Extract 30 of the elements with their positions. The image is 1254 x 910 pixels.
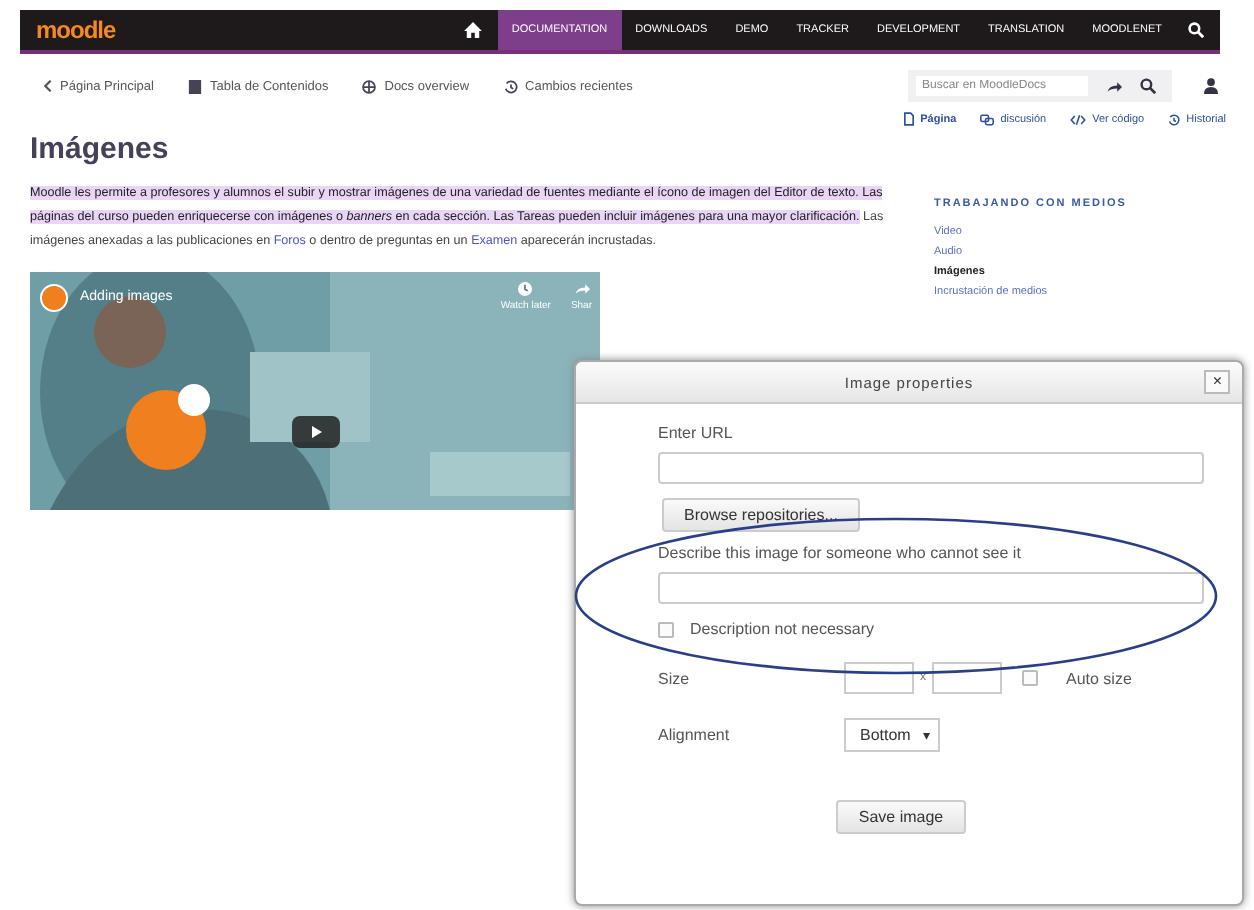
globe-icon: [362, 79, 377, 93]
checkbox[interactable]: [658, 621, 674, 637]
browse-repositories-button[interactable]: Browse repositories...: [662, 498, 860, 532]
close-button[interactable]: ×: [1204, 370, 1230, 394]
user-icon[interactable]: [1204, 78, 1218, 94]
history-icon: [1168, 113, 1181, 125]
home-icon[interactable]: [463, 22, 482, 38]
save-image-button[interactable]: Save image: [836, 800, 966, 834]
page-title: Imágenes: [30, 132, 171, 166]
width-field[interactable]: [844, 662, 914, 694]
speech-bubbles-icon: [980, 113, 995, 125]
chevron-left-icon: [44, 80, 52, 92]
checkbox[interactable]: [1022, 670, 1038, 686]
field-label: Alignment: [658, 726, 732, 744]
clock-icon[interactable]: [518, 282, 533, 296]
checkbox-label: Auto size: [1066, 669, 1132, 687]
search-icon[interactable]: [1140, 78, 1156, 94]
field-label: Enter URL: [658, 424, 735, 442]
field-label: Size: [658, 669, 692, 687]
description-field[interactable]: [658, 572, 1204, 604]
checkbox-label: Description not necessary: [690, 620, 875, 638]
go-arrow-icon[interactable]: [1106, 79, 1122, 93]
field-label: Describe this image for someone who cannot see it: [658, 544, 1023, 562]
height-field[interactable]: [932, 662, 1002, 694]
code-icon: [1070, 113, 1087, 125]
page-icon: [904, 112, 915, 126]
url-field[interactable]: [658, 452, 1204, 484]
moodle-logo[interactable]: moodle: [36, 16, 116, 44]
history-icon: [503, 79, 518, 93]
play-button-icon[interactable]: [292, 416, 340, 448]
